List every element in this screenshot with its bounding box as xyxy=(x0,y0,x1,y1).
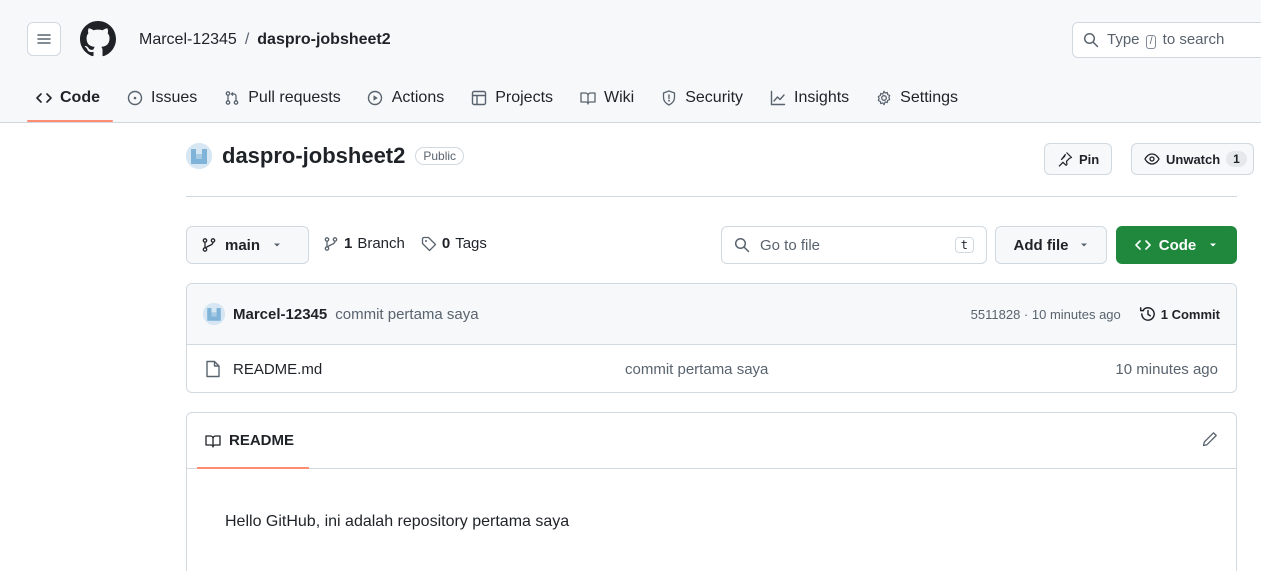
repo-title-bar: daspro-jobsheet2 Public xyxy=(186,143,465,169)
tab-issues[interactable]: Issues xyxy=(113,76,210,120)
tags-link[interactable]: 0 Tags xyxy=(421,235,487,252)
readme-header: README xyxy=(187,413,1236,469)
readme-panel: README Hello GitHub, ini adalah reposito… xyxy=(186,412,1237,571)
unwatch-button[interactable]: Unwatch 1 xyxy=(1131,143,1254,175)
go-to-file-shortcut-key: t xyxy=(954,237,974,253)
tab-pull-requests[interactable]: Pull requests xyxy=(210,76,354,120)
gear-icon xyxy=(875,90,892,107)
branch-icon xyxy=(324,236,338,251)
title-divider xyxy=(186,196,1237,197)
file-commit-message-link[interactable]: commit pertama saya xyxy=(625,361,768,378)
readme-tab[interactable]: README xyxy=(205,432,294,449)
branches-link[interactable]: 1 Branch xyxy=(323,235,405,252)
breadcrumb-repo-link[interactable]: daspro-jobsheet2 xyxy=(257,29,390,51)
tag-icon xyxy=(421,236,437,251)
latest-commit-row: Marcel-12345 commit pertama saya 5511828… xyxy=(187,284,1236,345)
search-shortcut-key: / xyxy=(1145,35,1157,49)
play-icon xyxy=(367,90,384,107)
pin-button[interactable]: Pin xyxy=(1044,143,1113,175)
tab-projects[interactable]: Projects xyxy=(457,76,566,120)
visibility-badge: Public xyxy=(415,147,465,165)
tab-settings[interactable]: Settings xyxy=(862,76,971,120)
caret-down-icon xyxy=(1210,243,1217,247)
commit-hash-time[interactable]: 5511828 · 10 minutes ago xyxy=(971,307,1121,322)
commit-meta: 5511828 · 10 minutes ago 1 Commit xyxy=(971,305,1220,323)
breadcrumb: Marcel-12345 / daspro-jobsheet2 xyxy=(139,29,391,51)
book-icon xyxy=(205,434,221,448)
code-button[interactable]: Code xyxy=(1116,226,1237,264)
commit-author-link[interactable]: Marcel-12345 xyxy=(233,306,327,323)
search-placeholder: Type / to search xyxy=(1107,31,1225,49)
search-icon xyxy=(734,237,750,253)
graph-icon xyxy=(769,90,786,107)
branch-selector-button[interactable]: main xyxy=(186,226,309,264)
search-icon xyxy=(1083,32,1099,48)
issue-icon xyxy=(126,90,143,107)
pencil-icon xyxy=(1202,432,1217,447)
readme-content: Hello GitHub, ini adalah repository pert… xyxy=(225,513,570,530)
add-file-button[interactable]: Add file xyxy=(995,226,1107,264)
go-to-file-placeholder: Go to file xyxy=(760,236,821,254)
go-to-file-input[interactable]: Go to file t xyxy=(721,226,987,264)
repo-name-link[interactable]: daspro-jobsheet2 xyxy=(222,143,405,169)
commit-history-link[interactable]: 1 Commit xyxy=(1139,305,1220,323)
branch-icon xyxy=(202,238,216,252)
breadcrumb-separator: / xyxy=(244,31,250,48)
shield-icon xyxy=(660,90,677,107)
code-icon xyxy=(35,90,52,107)
caret-down-icon xyxy=(274,243,281,247)
breadcrumb-owner-link[interactable]: Marcel-12345 xyxy=(139,29,237,51)
search-input[interactable]: Type / to search xyxy=(1072,22,1261,58)
repo-nav-tabs: Code Issues Pull requests Actions Projec… xyxy=(0,76,971,122)
file-name-link[interactable]: README.md xyxy=(233,361,322,378)
eye-icon xyxy=(1144,153,1160,165)
tab-insights[interactable]: Insights xyxy=(756,76,862,120)
file-row: README.md commit pertama saya 10 minutes… xyxy=(187,345,1236,392)
tab-security[interactable]: Security xyxy=(647,76,756,120)
tab-code[interactable]: Code xyxy=(0,76,113,122)
tab-actions[interactable]: Actions xyxy=(354,76,457,120)
app-header: Marcel-12345 / daspro-jobsheet2 Type / t… xyxy=(0,0,1261,123)
file-icon xyxy=(206,360,220,378)
github-logo-icon[interactable] xyxy=(80,21,116,57)
avatar[interactable] xyxy=(186,143,212,169)
pin-icon xyxy=(1058,152,1073,167)
code-icon xyxy=(1134,240,1151,250)
edit-readme-button[interactable] xyxy=(1202,431,1218,450)
branch-tag-summary: 1 Branch 0 Tags xyxy=(323,235,487,252)
avatar[interactable] xyxy=(203,303,225,325)
pull-request-icon xyxy=(223,90,240,107)
history-icon xyxy=(1139,307,1155,321)
file-commit-time: 10 minutes ago xyxy=(1115,360,1218,378)
tab-wiki[interactable]: Wiki xyxy=(566,76,647,120)
table-icon xyxy=(470,90,487,107)
commit-message-link[interactable]: commit pertama saya xyxy=(335,306,478,323)
file-browser: Marcel-12345 commit pertama saya 5511828… xyxy=(186,283,1237,393)
watch-counter: 1 xyxy=(1226,151,1247,167)
menu-button[interactable] xyxy=(27,22,61,56)
book-icon xyxy=(579,90,596,107)
caret-down-icon xyxy=(1080,243,1087,247)
hamburger-icon xyxy=(37,34,51,44)
